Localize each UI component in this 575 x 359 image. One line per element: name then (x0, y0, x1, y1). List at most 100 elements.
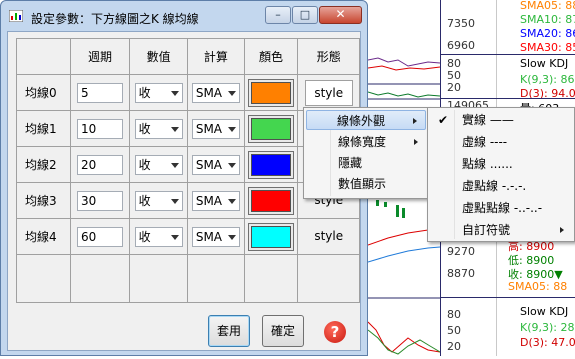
calc-select-text: SMA (195, 121, 223, 136)
period-cell: 30 (69, 182, 131, 219)
value-cell: 收 (129, 182, 188, 219)
calc-select[interactable]: SMA (191, 154, 240, 175)
value-select-text: 收 (138, 157, 151, 172)
menu-item-label: 自訂符號 (462, 223, 511, 237)
period-input[interactable]: 10 (77, 118, 124, 139)
color-swatch (251, 117, 292, 140)
style-context-menu: 線條外觀 線條寬度 隱藏 數值顯示 (303, 107, 429, 199)
period-input[interactable]: 60 (77, 226, 124, 247)
kdj-d-value: D(3): 47.0 (520, 336, 575, 349)
period-cell: 5 (69, 74, 131, 111)
header-cell-form: 形態 (297, 38, 360, 75)
ok-button[interactable]: 確定 (262, 315, 304, 347)
menu-item-label: 實線 —— (462, 113, 514, 127)
chevron-down-icon (227, 90, 236, 96)
help-icon[interactable]: ? (324, 321, 346, 343)
chevron-down-icon (227, 234, 236, 240)
color-button[interactable] (248, 222, 295, 251)
period-cell: 60 (69, 218, 131, 255)
value-select[interactable]: 收 (134, 118, 183, 139)
panel-divider (440, 297, 575, 298)
minimize-button[interactable]: – (265, 6, 291, 24)
color-swatch (251, 225, 292, 248)
ma-label: SMA30: 85 (520, 41, 575, 54)
menu-item-line-width[interactable]: 線條寬度 (306, 132, 426, 152)
value-cell: 收 (129, 110, 188, 147)
menu-item-line-appearance[interactable]: 線條外觀 (306, 110, 426, 130)
close-button[interactable]: ✕ (319, 6, 362, 24)
calc-select[interactable]: SMA (191, 82, 240, 103)
kdj-k-value: K(9,3): 28.8 (520, 321, 575, 334)
axis-tick: 20 (447, 81, 461, 94)
menu-item-show-values[interactable]: 數值顯示 (306, 174, 426, 194)
header-cell-period: 週期 (69, 38, 131, 75)
calc-select-text: SMA (195, 193, 223, 208)
value-select[interactable]: 收 (134, 82, 183, 103)
ma-label: SMA20: 86 (520, 27, 575, 40)
calc-select[interactable]: SMA (191, 226, 240, 247)
color-swatch (251, 189, 292, 212)
menu-item-dash-dot-line[interactable]: 虛點線 -.-.-. (430, 176, 572, 196)
ma-name: 均線2 (16, 146, 71, 183)
period-input[interactable]: 20 (77, 154, 124, 175)
menu-item-label: 線條外觀 (337, 114, 386, 128)
value-select[interactable]: 收 (134, 154, 183, 175)
apply-button[interactable]: 套用 (208, 315, 250, 347)
kdj-title: Slow KDJ (520, 57, 569, 70)
close-icon: ✕ (335, 7, 346, 21)
chevron-down-icon (170, 126, 179, 132)
menu-item-dot-line[interactable]: 點線 ...... (430, 154, 572, 174)
axis-tick: 20 (447, 340, 461, 353)
header-cell-value: 數值 (129, 38, 188, 75)
menu-item-dash-dot-dot-line[interactable]: 虛點點線 -..-..- (430, 198, 572, 218)
color-cell (243, 74, 299, 111)
menu-item-label: 數值顯示 (338, 177, 387, 191)
line-style-submenu: ✔ 實線 —— 虛線 ---- 點線 ...... 虛點線 -.-.-. 虛點點… (427, 107, 575, 242)
color-button[interactable] (248, 78, 295, 107)
value-select[interactable]: 收 (134, 226, 183, 247)
value-select[interactable]: 收 (134, 190, 183, 211)
kdj-title: Slow KDJ (520, 305, 569, 318)
value-select-text: 收 (138, 193, 151, 208)
style-button[interactable]: style (304, 79, 353, 106)
menu-item-solid-line[interactable]: ✔ 實線 —— (430, 110, 572, 130)
calc-select[interactable]: SMA (191, 118, 240, 139)
calc-cell: SMA (186, 218, 245, 255)
dialog-titlebar[interactable]: 設定參數：下方線圖之K 線均線 – □ ✕ (1, 1, 367, 31)
dialog-title: 設定參數：下方線圖之K 線均線 (31, 12, 199, 26)
maximize-button[interactable]: □ (292, 6, 318, 24)
style-button[interactable]: style (305, 224, 353, 250)
kdj-k-value: K(9,3): 86.9 (520, 73, 575, 86)
axis-tick: 9270 (447, 245, 475, 258)
ma-label: SMA10: 87 (520, 13, 575, 26)
value-select-text: 收 (138, 85, 151, 100)
calc-select-text: SMA (195, 85, 223, 100)
period-input[interactable]: 5 (77, 82, 124, 103)
table-row: 均線0 5 收 SMA style (16, 74, 360, 111)
menu-item-custom-symbol[interactable]: 自訂符號 (430, 220, 572, 240)
color-cell (243, 146, 299, 183)
value-select-text: 收 (138, 121, 151, 136)
ma-name: 均線0 (16, 74, 71, 111)
value-cell: 收 (129, 146, 188, 183)
calc-select[interactable]: SMA (191, 190, 240, 211)
menu-item-label: 虛線 ---- (462, 135, 508, 149)
axis-tick: 8870 (447, 267, 475, 280)
menu-item-dash-line[interactable]: 虛線 ---- (430, 132, 572, 152)
menu-item-hide[interactable]: 隱藏 (306, 153, 426, 173)
submenu-arrow-icon (413, 118, 417, 124)
form-cell: style (297, 74, 360, 111)
chevron-down-icon (170, 198, 179, 204)
panel-divider (440, 54, 575, 55)
color-button[interactable] (248, 150, 295, 179)
menu-item-label: 虛點點線 -..-..- (462, 201, 543, 215)
calc-cell: SMA (186, 146, 245, 183)
form-cell: style (297, 218, 360, 255)
period-input[interactable]: 30 (77, 190, 124, 211)
table-header-row: 週期 數值 計算 顏色 形態 (16, 38, 360, 75)
color-button[interactable] (248, 186, 295, 215)
maximize-icon: □ (299, 8, 311, 21)
value-select-text: 收 (138, 229, 151, 244)
color-button[interactable] (248, 114, 295, 143)
table-empty-row (16, 254, 360, 303)
